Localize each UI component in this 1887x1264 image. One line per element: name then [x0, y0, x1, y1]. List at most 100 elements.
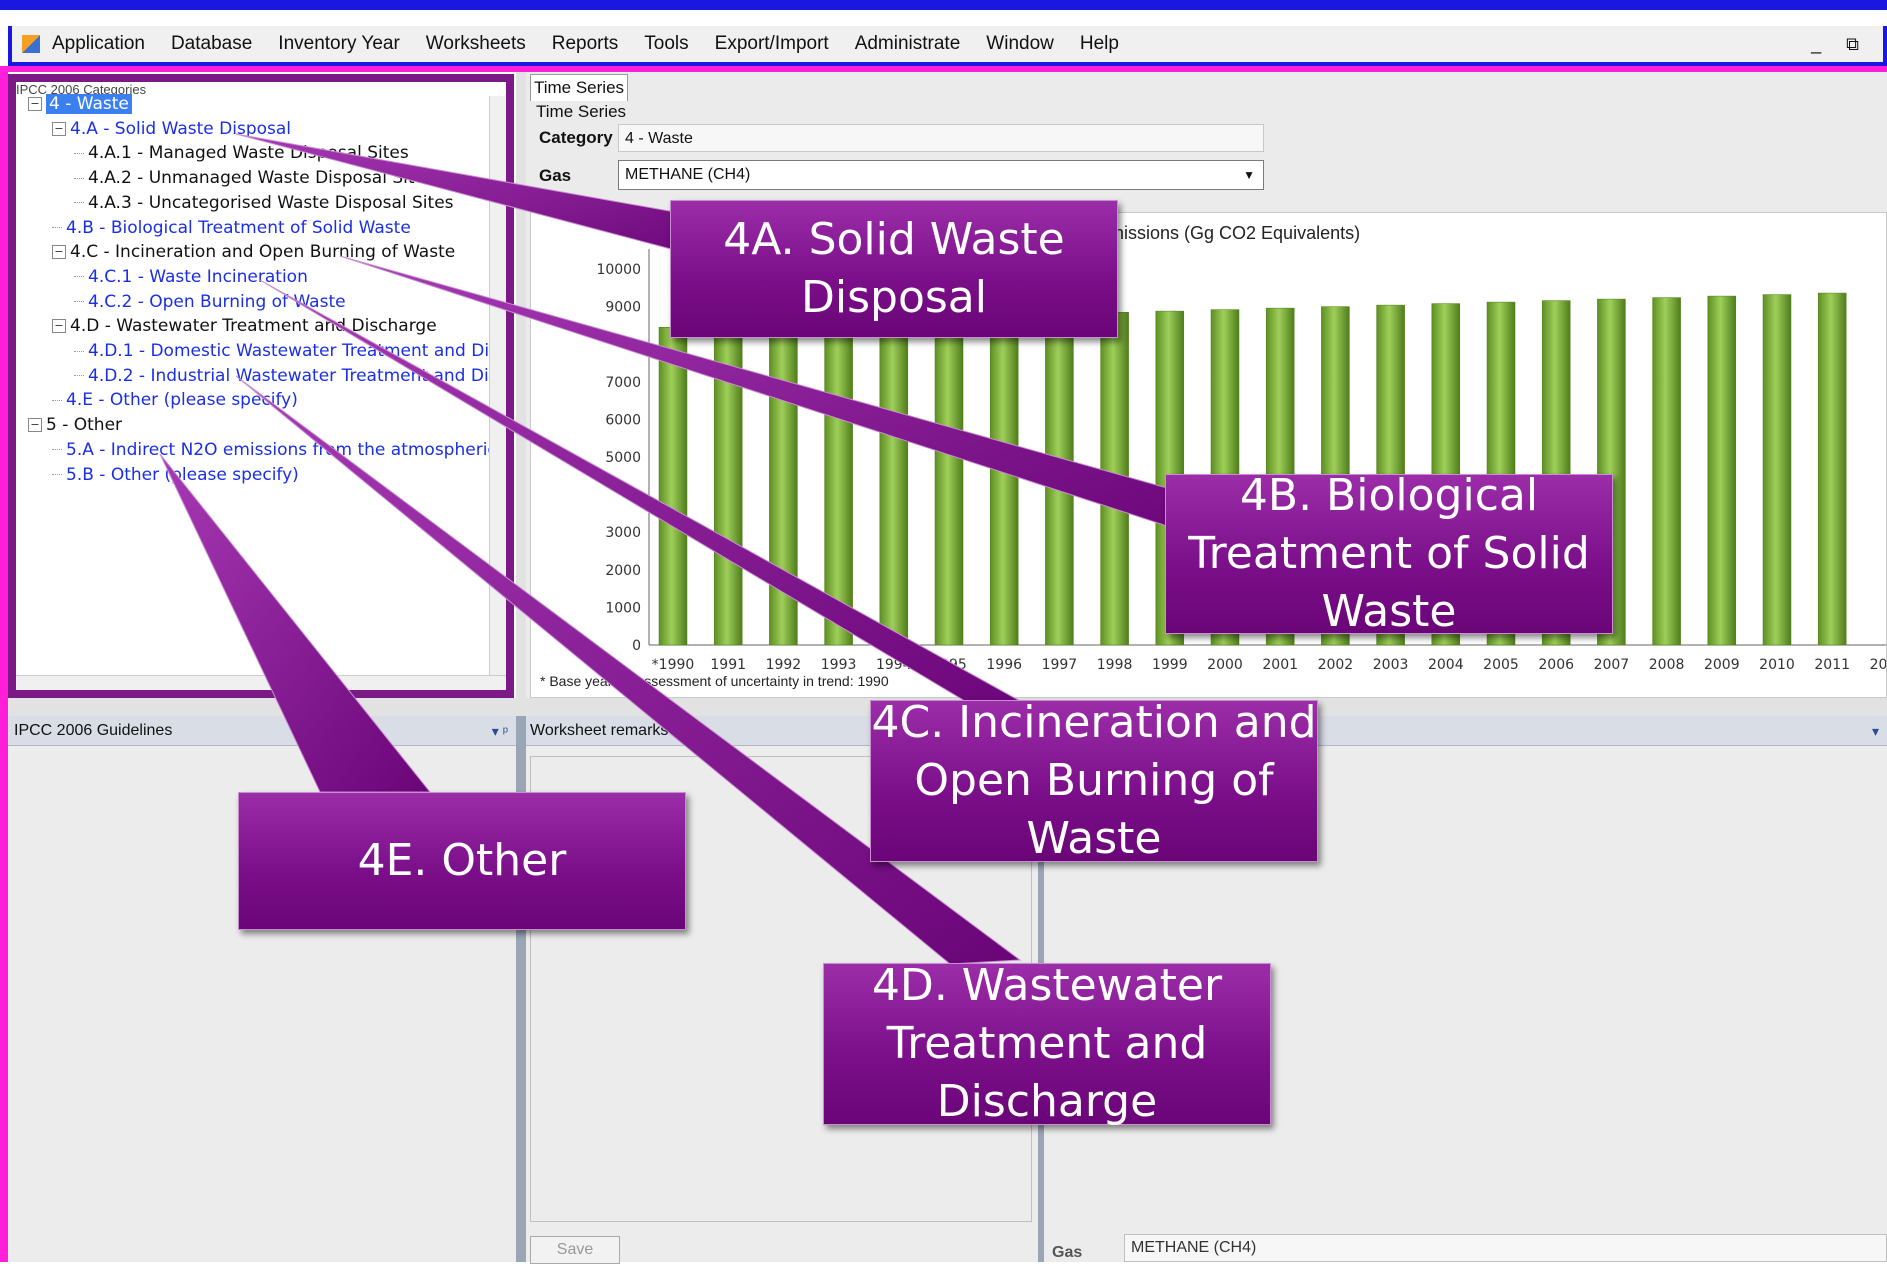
guidelines-panel-title: IPCC 2006 Guidelines [14, 722, 173, 739]
x-tick-label: 2010 [1759, 657, 1795, 673]
x-tick-label: 1992 [766, 657, 802, 673]
chart-bar [713, 325, 743, 646]
x-tick-label: 2002 [1318, 657, 1354, 673]
collapse-icon[interactable]: − [52, 245, 66, 260]
tree-item[interactable]: −4.A - Solid Waste Disposal [52, 119, 291, 139]
x-tick-label: 2008 [1649, 657, 1685, 673]
chart-bar [658, 327, 688, 646]
pin-icon[interactable]: ▾ ᵖ [492, 716, 508, 746]
x-tick-label: 2004 [1428, 657, 1464, 673]
menu-window[interactable]: Window [986, 33, 1054, 55]
y-tick-label: 6000 [605, 412, 641, 428]
tree-connector [52, 474, 62, 475]
window-controls[interactable]: _ ⧉ [1811, 34, 1869, 55]
x-tick-label: 1999 [1152, 657, 1188, 673]
x-tick-label: 1994 [876, 657, 912, 673]
tree-item[interactable]: 4.C.1 - Waste Incineration [74, 267, 308, 287]
tree-item[interactable]: 4.A.2 - Unmanaged Waste Disposal Sites [74, 168, 434, 188]
y-tick-label: 0 [632, 638, 641, 654]
guidelines-panel-header: IPCC 2006 Guidelines ▾ ᵖ [8, 716, 516, 746]
collapse-icon[interactable]: − [52, 319, 66, 334]
y-tick-label: 2000 [605, 563, 641, 579]
tree-item[interactable]: −5 - Other [28, 415, 122, 435]
vertical-splitter-top[interactable] [516, 72, 526, 698]
tree-connector [74, 350, 84, 352]
tab-time-series[interactable]: Time Series [530, 74, 628, 101]
tree-connector [74, 375, 84, 377]
tree-item[interactable]: −4.C - Incineration and Open Burning of … [52, 242, 455, 262]
tree-item-label: 4.B - Biological Treatment of Solid Wast… [66, 217, 411, 238]
x-tick-label: 2012 [1870, 657, 1886, 673]
chevron-down-icon[interactable]: ▼ [1243, 161, 1255, 189]
tree-item-label: 4.D.2 - Industrial Wastewater Treatment … [88, 365, 514, 386]
y-tick-label: 3000 [605, 525, 641, 541]
bottom-gas-field: METHANE (CH4) [1124, 1234, 1887, 1262]
time-series-group-label: Time Series [536, 102, 627, 121]
collapse-icon[interactable]: − [28, 97, 42, 111]
tree-item[interactable]: 4.B - Biological Treatment of Solid Wast… [52, 218, 411, 238]
save-button[interactable]: Save [530, 1236, 620, 1264]
tree-item[interactable]: 4.A.1 - Managed Waste Disposal Sites [74, 143, 409, 163]
app-icon[interactable] [22, 35, 40, 53]
gas-select[interactable]: METHANE (CH4) ▼ [618, 160, 1264, 190]
tree-item[interactable]: 4.D.1 - Domestic Wastewater Treatment an… [74, 341, 514, 361]
menu-database[interactable]: Database [171, 33, 252, 55]
tree-item-label: 5.B - Other (please specify) [66, 464, 299, 485]
menu-inventory-year[interactable]: Inventory Year [278, 33, 399, 55]
callout-biological-treatment: 4B. Biological Treatment of Solid Waste [1165, 470, 1613, 637]
magenta-highlight-left [0, 72, 8, 1262]
x-tick-label: 2009 [1704, 657, 1740, 673]
tree-item[interactable]: 5.A - Indirect N2O emissions from the at… [52, 439, 513, 460]
collapse-icon[interactable]: − [28, 418, 42, 433]
x-tick-label: 1997 [1042, 657, 1078, 673]
tree-item[interactable]: −4 - Waste [28, 94, 132, 114]
chart-bar [769, 323, 798, 646]
menu-administrate[interactable]: Administrate [855, 33, 961, 55]
chart-bar [989, 315, 1019, 646]
tree-item[interactable]: 4.C.2 - Open Burning of Waste [74, 292, 346, 312]
x-tick-label: *1990 [652, 657, 695, 673]
menu-reports[interactable]: Reports [552, 33, 619, 55]
tree-connector [74, 177, 84, 179]
x-tick-label: 1998 [1097, 657, 1133, 673]
menu-worksheets[interactable]: Worksheets [426, 33, 526, 55]
panel-menu-icon[interactable]: ▾ [1872, 716, 1879, 746]
chart-bar [1762, 294, 1792, 646]
tree-item[interactable]: 4.A.3 - Uncategorised Waste Disposal Sit… [74, 193, 454, 213]
x-tick-label: 1993 [821, 657, 857, 673]
tree-item-label: 4.D - Wastewater Treatment and Discharge [70, 316, 437, 337]
tree-item-label: 4.C.2 - Open Burning of Waste [88, 291, 346, 312]
callout-incineration: 4C. Incineration and Open Burning of Was… [870, 697, 1318, 864]
menu-tools[interactable]: Tools [644, 33, 688, 55]
menu-export-import[interactable]: Export/Import [715, 33, 829, 55]
collapse-icon[interactable]: − [52, 121, 66, 136]
x-tick-label: 1995 [931, 657, 967, 673]
tree-vertical-scrollbar[interactable] [489, 96, 506, 680]
tree-item[interactable]: −4.D - Wastewater Treatment and Discharg… [52, 316, 437, 336]
tree-item-label: 4.D.1 - Domestic Wastewater Treatment an… [88, 341, 514, 361]
y-tick-label: 9000 [605, 300, 641, 316]
chart-bar [1100, 311, 1129, 646]
chart-bar [1817, 292, 1847, 646]
x-tick-label: 2011 [1814, 657, 1850, 673]
tree-item[interactable]: 5.B - Other (please specify) [52, 465, 299, 485]
chart-bar [1652, 297, 1681, 646]
tree-item-label: 5.A - Indirect N2O emissions from the at… [66, 439, 513, 460]
x-tick-label: 1991 [710, 657, 746, 673]
tree-item-label: 4.A.3 - Uncategorised Waste Disposal Sit… [88, 192, 454, 213]
y-tick-label: 10000 [596, 262, 641, 278]
chart-bar [1045, 313, 1074, 646]
category-field: 4 - Waste [618, 124, 1264, 152]
tree-item[interactable]: 4.D.2 - Industrial Wastewater Treatment … [74, 365, 514, 386]
tree-horizontal-scrollbar[interactable] [16, 675, 506, 690]
menu-help[interactable]: Help [1080, 33, 1119, 55]
callout-e-text: 4E. Other [357, 835, 567, 886]
x-tick-label: 2007 [1594, 657, 1630, 673]
tree-connector [52, 227, 62, 228]
menu-application[interactable]: Application [52, 33, 145, 55]
chart-footnote: * Base year for assessment of uncertaint… [540, 673, 889, 689]
callout-a-text: 4A. Solid Waste Disposal [723, 214, 1065, 323]
callout-c-text: 4C. Incineration and Open Burning of Was… [871, 697, 1317, 864]
callout-d-text: 4D. Wastewater Treatment and Discharge [871, 960, 1223, 1127]
tree-item[interactable]: 4.E - Other (please specify) [52, 390, 298, 410]
